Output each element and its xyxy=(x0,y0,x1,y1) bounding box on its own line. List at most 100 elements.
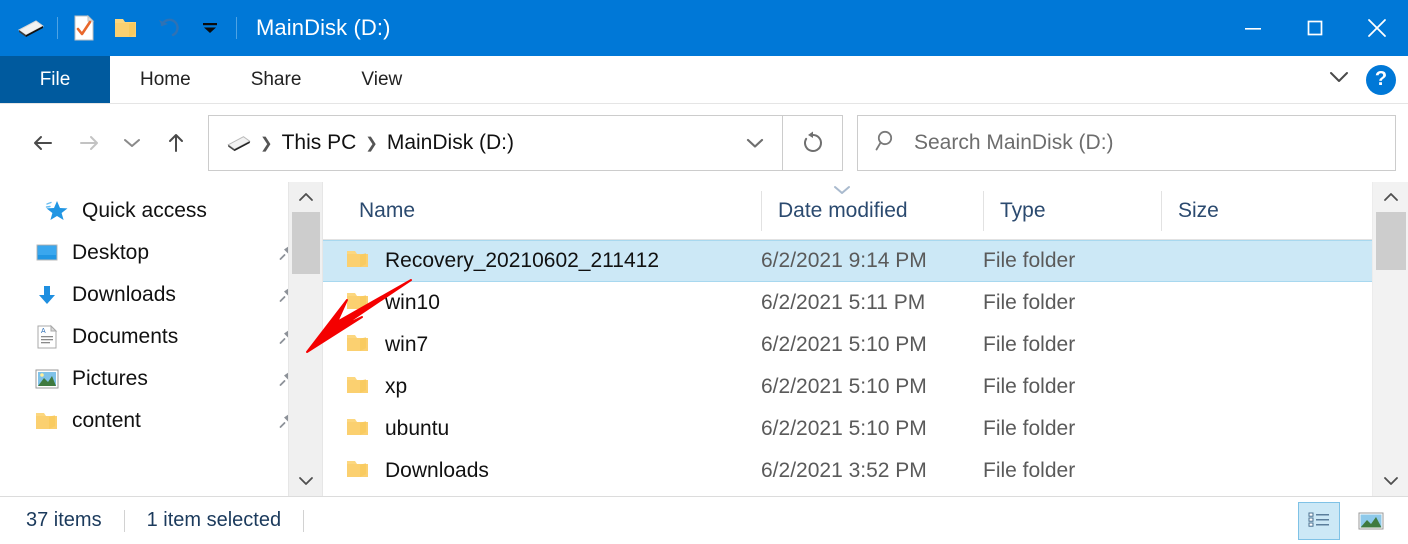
file-date: 6/2/2021 3:52 PM xyxy=(761,459,983,483)
ribbon-tab-bar: File Home Share View ? xyxy=(0,56,1408,104)
table-row[interactable]: ubuntu 6/2/2021 5:10 PM File folder xyxy=(323,408,1408,450)
pictures-icon xyxy=(34,366,60,392)
column-header-type[interactable]: Type xyxy=(983,191,1161,231)
file-type: File folder xyxy=(983,333,1161,357)
navigation-pane: Quick access Desktop xyxy=(0,182,322,496)
file-list-pane: Name Date modified Type Size xyxy=(322,182,1408,496)
file-type: File folder xyxy=(983,249,1161,273)
explorer-body: Quick access Desktop xyxy=(0,182,1408,496)
table-row[interactable]: Recovery_20210602_211412 6/2/2021 9:14 P… xyxy=(323,240,1408,282)
scroll-down-icon[interactable] xyxy=(1373,466,1408,496)
status-bar: 37 items 1 item selected xyxy=(0,496,1408,544)
details-view-button[interactable] xyxy=(1298,502,1340,540)
large-icons-view-button[interactable] xyxy=(1350,502,1392,540)
customize-qat-icon[interactable] xyxy=(189,8,231,48)
tab-file[interactable]: File xyxy=(0,56,110,103)
scrollbar-thumb[interactable] xyxy=(292,212,320,274)
sidebar-item-downloads[interactable]: Downloads xyxy=(0,274,322,316)
recent-locations-button[interactable] xyxy=(110,121,154,165)
file-explorer-window: MainDisk (D:) File Home Share View xyxy=(0,0,1408,544)
sidebar-item-quick-access[interactable]: Quick access xyxy=(0,190,322,232)
file-type: File folder xyxy=(983,375,1161,399)
sidebar-item-label: Pictures xyxy=(72,367,148,391)
back-button[interactable] xyxy=(22,121,66,165)
properties-icon[interactable] xyxy=(63,8,105,48)
sidebar-item-label: Documents xyxy=(72,325,178,349)
sidebar-item-label: Quick access xyxy=(82,199,207,223)
file-date: 6/2/2021 5:11 PM xyxy=(761,291,983,315)
sidebar-item-pictures[interactable]: Pictures xyxy=(0,358,322,400)
sidebar-item-label: Desktop xyxy=(72,241,149,265)
sort-indicator-icon xyxy=(831,184,853,199)
search-box[interactable]: Search MainDisk (D:) xyxy=(857,115,1396,171)
window-controls xyxy=(1222,0,1408,56)
chevron-down-icon[interactable] xyxy=(1326,68,1352,91)
column-header-size[interactable]: Size xyxy=(1161,191,1341,231)
status-divider-2 xyxy=(303,510,304,532)
file-type: File folder xyxy=(983,459,1161,483)
breadcrumb-separator-2[interactable]: ❯ xyxy=(362,134,381,152)
tab-home[interactable]: Home xyxy=(110,56,221,103)
quick-access-toolbar xyxy=(0,8,242,48)
file-name: Downloads xyxy=(385,459,489,483)
qat-divider-2 xyxy=(236,17,237,39)
file-date: 6/2/2021 5:10 PM xyxy=(761,375,983,399)
address-dropdown-icon[interactable] xyxy=(732,134,778,152)
folder-icon xyxy=(345,247,371,276)
status-divider xyxy=(124,510,125,532)
documents-icon: A xyxy=(34,324,60,350)
forward-button xyxy=(66,121,110,165)
breadcrumb-separator-1[interactable]: ❯ xyxy=(257,134,276,152)
refresh-button[interactable] xyxy=(783,115,843,171)
star-icon xyxy=(44,198,70,224)
help-icon[interactable]: ? xyxy=(1366,65,1396,95)
new-folder-icon[interactable] xyxy=(105,8,147,48)
search-icon xyxy=(874,128,900,159)
breadcrumb-bar[interactable]: ❯ This PC ❯ MainDisk (D:) xyxy=(208,115,783,171)
file-date: 6/2/2021 5:10 PM xyxy=(761,333,983,357)
tab-share[interactable]: Share xyxy=(221,56,332,103)
file-date: 6/2/2021 5:10 PM xyxy=(761,417,983,441)
svg-text:A: A xyxy=(41,328,46,335)
breadcrumb-drive-icon[interactable] xyxy=(221,134,257,152)
scroll-down-icon[interactable] xyxy=(289,466,322,496)
scrollbar-thumb[interactable] xyxy=(1376,212,1406,270)
column-headers: Name Date modified Type Size xyxy=(323,182,1408,240)
view-toggle-group xyxy=(1298,502,1408,540)
status-badge: 1 item selected xyxy=(147,509,282,532)
column-header-date-modified[interactable]: Date modified xyxy=(761,191,983,231)
close-button[interactable] xyxy=(1346,0,1408,56)
folder-icon xyxy=(345,457,371,486)
ribbon-right-controls: ? xyxy=(1326,56,1408,103)
table-row[interactable]: Downloads 6/2/2021 3:52 PM File folder xyxy=(323,450,1408,492)
sidebar-item-desktop[interactable]: Desktop xyxy=(0,232,322,274)
drive-icon[interactable] xyxy=(10,8,52,48)
sidebar-item-label: Downloads xyxy=(72,283,176,307)
tab-view[interactable]: View xyxy=(331,56,432,103)
file-name: Recovery_20210602_211412 xyxy=(385,249,659,273)
folder-icon xyxy=(345,289,371,318)
table-row[interactable]: xp 6/2/2021 5:10 PM File folder xyxy=(323,366,1408,408)
table-row[interactable]: win10 6/2/2021 5:11 PM File folder xyxy=(323,282,1408,324)
breadcrumb: ❯ This PC ❯ MainDisk (D:) xyxy=(221,131,732,155)
sidebar-item-content[interactable]: content xyxy=(0,400,322,442)
file-list-scrollbar[interactable] xyxy=(1372,182,1408,496)
table-row[interactable]: win7 6/2/2021 5:10 PM File folder xyxy=(323,324,1408,366)
maximize-button[interactable] xyxy=(1284,0,1346,56)
breadcrumb-item-this-pc[interactable]: This PC xyxy=(276,131,363,155)
sidebar-item-documents[interactable]: A Documents xyxy=(0,316,322,358)
file-rows: Recovery_20210602_211412 6/2/2021 9:14 P… xyxy=(323,240,1408,496)
breadcrumb-item-maindisk[interactable]: MainDisk (D:) xyxy=(381,131,520,155)
scroll-up-icon[interactable] xyxy=(289,182,322,212)
search-input[interactable]: Search MainDisk (D:) xyxy=(914,131,1114,155)
navigation-pane-scrollbar[interactable] xyxy=(288,182,322,496)
up-button[interactable] xyxy=(154,121,198,165)
column-header-name[interactable]: Name xyxy=(323,191,761,231)
scroll-up-icon[interactable] xyxy=(1373,182,1408,212)
file-date: 6/2/2021 9:14 PM xyxy=(761,249,983,273)
window-title: MainDisk (D:) xyxy=(256,15,391,41)
title-bar: MainDisk (D:) xyxy=(0,0,1408,56)
file-name: xp xyxy=(385,375,407,399)
minimize-button[interactable] xyxy=(1222,0,1284,56)
file-type: File folder xyxy=(983,291,1161,315)
